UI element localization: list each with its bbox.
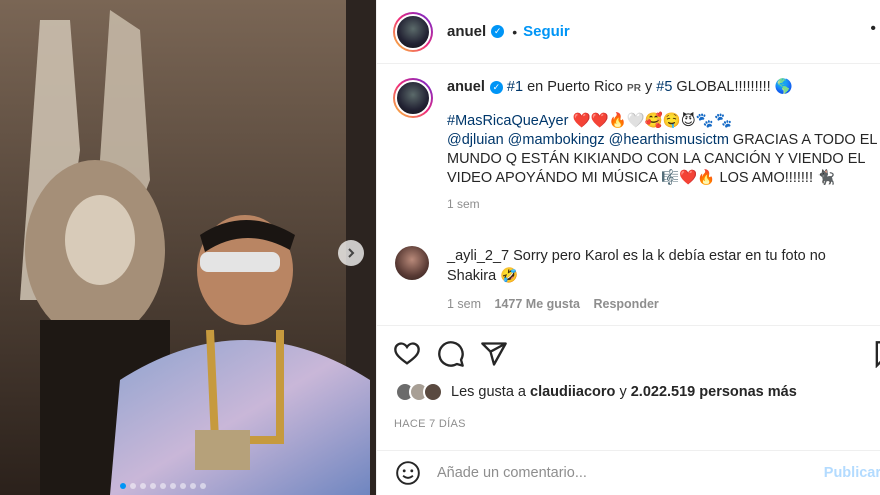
caption-username[interactable]: anuel	[447, 79, 485, 95]
chevron-right-icon	[348, 248, 355, 258]
hashtag-1[interactable]: #1	[507, 79, 523, 95]
carousel-dot	[130, 483, 136, 489]
emoji-icon[interactable]	[395, 460, 421, 486]
share-icon[interactable]	[480, 340, 508, 368]
carousel-indicator	[120, 483, 206, 489]
liker-username[interactable]: claudiiacoro	[530, 384, 615, 400]
post-date[interactable]: HACE 7 DÍAS	[394, 418, 466, 430]
hashtag-emojis: ❤️❤️🔥🤍🥰🤤😈🐾🐾	[572, 113, 733, 129]
comment-icon[interactable]	[437, 340, 465, 368]
mention-hearthismusictm[interactable]: @hearthismusictm	[609, 132, 729, 148]
mention-djluian[interactable]: @djluian	[447, 132, 504, 148]
likes-summary: Les gusta a claudiiacoro y 2.022.519 per…	[395, 382, 797, 402]
post-caption: anuel ✓ #1 en Puerto Rico PR y #5 GLOBAL!…	[393, 78, 880, 214]
avatar[interactable]	[393, 11, 433, 52]
next-image-button[interactable]	[338, 240, 364, 266]
comment-avatar[interactable]	[395, 246, 429, 280]
hashtag-masricaqueayer[interactable]: #MasRicaQueAyer	[447, 113, 568, 129]
post-side-panel: anuel ✓ • Seguir • anuel ✓ #1 en Puerto R…	[376, 0, 880, 495]
carousel-dot	[120, 483, 126, 489]
hashtag-5[interactable]: #5	[656, 79, 672, 95]
caption-time[interactable]: 1 sem	[447, 195, 877, 214]
reply-button[interactable]: Responder	[593, 297, 658, 311]
post-header: anuel ✓ • Seguir •	[377, 0, 880, 64]
publish-button[interactable]: Publicar	[824, 465, 880, 481]
post-image[interactable]	[0, 0, 376, 495]
save-icon[interactable]	[871, 340, 880, 368]
header-username[interactable]: anuel	[447, 23, 486, 40]
likes-count[interactable]: 2.022.519 personas más	[631, 384, 797, 400]
post-photo	[0, 0, 376, 495]
carousel-dot	[200, 483, 206, 489]
verified-icon: ✓	[489, 81, 503, 94]
mention-mambokingz[interactable]: @mambokingz	[508, 132, 605, 148]
separator-dot: •	[512, 23, 518, 40]
comment-item: _ayli_2_7 Sorry pero Karol es la k debía…	[393, 246, 880, 314]
carousel-dot	[150, 483, 156, 489]
more-icon[interactable]: •	[870, 20, 876, 38]
comment-likes[interactable]: 1477 Me gusta	[495, 297, 580, 311]
carousel-dot	[140, 483, 146, 489]
heart-icon[interactable]	[393, 340, 421, 368]
comment-input[interactable]	[437, 465, 827, 481]
carousel-dot	[170, 483, 176, 489]
carousel-dot	[160, 483, 166, 489]
caption-text: anuel ✓ #1 en Puerto Rico PR y #5 GLOBAL!…	[447, 78, 877, 214]
comment-time[interactable]: 1 sem	[447, 297, 481, 311]
carousel-dot	[180, 483, 186, 489]
comment-username[interactable]: _ayli_2_7	[447, 248, 509, 264]
flag-pr: PR	[627, 83, 641, 94]
action-bar	[377, 325, 880, 381]
caption-avatar[interactable]	[393, 78, 433, 118]
follow-button[interactable]: Seguir	[523, 23, 570, 40]
liker-avatar-3	[423, 382, 443, 402]
add-comment-bar: Publicar	[377, 450, 880, 495]
verified-icon: ✓	[491, 25, 505, 38]
carousel-dot	[190, 483, 196, 489]
